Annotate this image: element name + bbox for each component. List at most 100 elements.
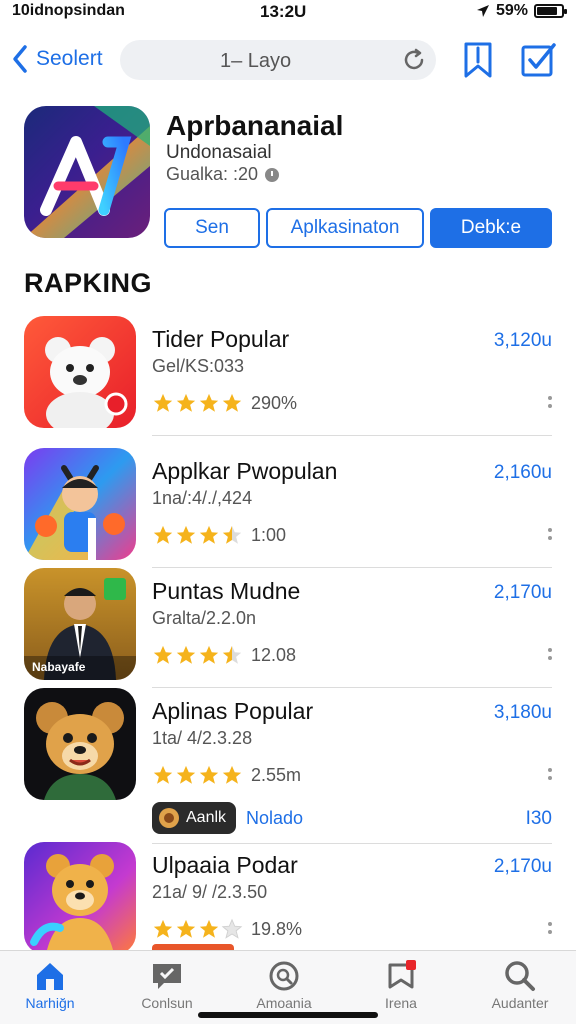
app-meta: 21a/ 9/ /2.3.50 [152,882,268,902]
address-text: 1– Layo [220,50,292,72]
search-circle-icon [269,961,299,991]
star-icon [176,765,196,784]
rating-text: 19.8% [251,918,303,939]
app-name: Tider Popular [152,326,290,352]
status-time: 13:2U [260,2,307,21]
app-name: Applkar Pwopulan [152,458,338,484]
rating-line: 1:00 [152,524,286,546]
rating-line: 290% [152,392,297,414]
navigation-bar: Seolert 1– Layo [0,36,576,84]
star-icon [176,645,196,664]
tab-label: Narhiğn [25,995,75,1011]
tab-chat[interactable]: Conlsun [117,959,217,1019]
chevron-left-icon [13,45,27,73]
more-icon[interactable] [546,644,554,664]
more-icon[interactable] [546,918,554,938]
star-icon [199,765,219,784]
more-icon[interactable] [546,392,554,412]
star-icon [153,525,173,544]
star-icon [199,393,219,412]
list-item[interactable]: Nabayafe Puntas Mudne Gralta/2.2.0n 12.0… [0,564,576,688]
home-indicator[interactable] [198,1012,378,1018]
download-count: 2,160u [493,462,552,483]
address-field[interactable]: 1– Layo [120,40,436,80]
tab-label: Audanter [491,995,549,1011]
star-empty-icon [221,918,243,939]
reload-icon[interactable] [402,48,426,72]
download-count: 3,180u [493,702,552,723]
rating-text: 1:00 [251,524,287,545]
star-icon [153,919,173,938]
tab-explore[interactable]: Amoania [234,959,334,1019]
tab-search[interactable]: Audanter [470,959,570,1019]
battery-percent: 59% [495,2,528,19]
send-button[interactable]: Sen [164,208,260,248]
compose-icon[interactable] [520,40,556,80]
star-icon [222,765,242,784]
tab-bookmarks[interactable]: Irena [351,959,451,1019]
app-icon-cartoon-bear [24,842,136,954]
info-icon [265,167,280,182]
divider [152,435,552,436]
more-icon[interactable] [546,524,554,544]
app-meta: 1na/:4/./,424 [152,488,253,508]
back-button[interactable]: Seolert [12,44,103,74]
developer-avatar-icon [159,808,179,828]
star-half-icon [222,645,242,664]
download-count: 2,170u [493,856,552,877]
list-item[interactable]: Applkar Pwopulan 1na/:4/./,424 1:00 2,16… [0,444,576,568]
download-count: 3,120u [493,330,552,351]
star-icon [176,393,196,412]
application-button[interactable]: Aplkasinaton [266,208,424,248]
star-rating [152,644,243,666]
star-rating [152,392,243,414]
developer-count: I30 [525,808,552,829]
more-icon[interactable] [546,764,554,784]
developer-tag[interactable]: Aanlk [152,802,236,834]
rating-text: 12.08 [251,644,297,665]
featured-app-rating: Gualka: :20 [166,164,280,185]
tab-label: Irena [385,995,417,1011]
featured-app-title: Aprbananaial [166,110,344,141]
app-meta: Gralta/2.2.0n [152,608,257,628]
star-icon [176,525,196,544]
app-name: Ulpaaia Podar [152,852,298,878]
carrier-label: 10idnopsindan [12,2,125,19]
share-icon[interactable] [460,40,496,80]
star-icon [199,645,219,664]
star-rating [152,524,243,546]
app-icon-caption: Nabayafe [32,660,86,674]
app-icon-teddy-bear [24,688,136,800]
list-item[interactable]: Ulpaaia Podar 21a/ 9/ /2.3.50 19.8% 2,17… [0,838,576,956]
rating-line: 19.8% [152,918,302,940]
search-icon [505,961,535,991]
developer-tag-label: Aanlk [186,809,227,826]
star-icon [176,919,196,938]
app-icon-businessman: Nabayafe [24,568,136,680]
chat-icon [153,964,181,989]
star-icon [199,919,219,938]
bookmark-icon [388,960,416,989]
featured-app-subtitle: Undonasaial [166,142,272,163]
star-icon [153,645,173,664]
star-icon [222,393,242,412]
get-button[interactable]: Debk:e [430,208,552,248]
developer-link[interactable]: Nolado [246,808,303,829]
back-label: Seolert [36,47,103,70]
location-icon [476,5,489,17]
list-item[interactable]: Aplinas Popular 1ta/ 4/2.3.28 2.55m 3,18… [0,684,576,844]
tab-home[interactable]: Narhiğn [0,959,100,1019]
tab-label: Amoania [256,995,312,1011]
tab-label: Conlsun [141,995,193,1011]
app-icon-bear [24,316,136,428]
app-meta: 1ta/ 4/2.3.28 [152,728,253,748]
app-name: Puntas Mudne [152,578,301,604]
featured-app-header: Aprbananaial Undonasaial Gualka: :20 Sen… [24,106,554,256]
home-icon [37,963,63,990]
app-meta: Gel/KS:033 [152,356,245,376]
star-half-icon [222,525,242,544]
star-icon [153,765,173,784]
featured-app-icon[interactable] [24,106,150,238]
list-item[interactable]: Tider Popular Gel/KS:033 290% 3,120u [0,312,576,436]
star-icon [153,393,173,412]
